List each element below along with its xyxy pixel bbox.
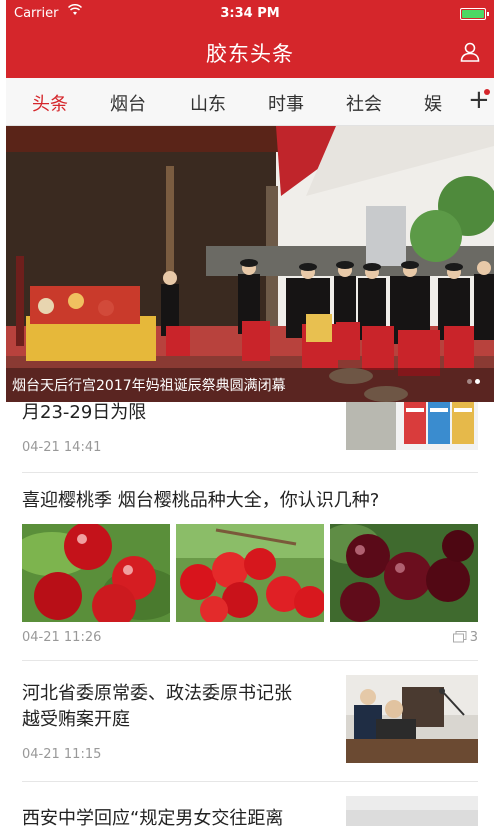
user-icon[interactable] — [458, 40, 482, 64]
article-image — [22, 524, 170, 622]
article-thumbnail — [346, 394, 478, 450]
add-channel-button[interactable]: + — [460, 78, 494, 125]
article-time: 04-21 14:41 — [22, 440, 102, 455]
list-item[interactable]: 河北省委原常委、政法委原书记张 越受贿案开庭 04-21 11:15 — [6, 661, 494, 781]
tab-shandong[interactable]: 山东 — [190, 90, 226, 116]
article-thumbnail — [346, 675, 478, 763]
carousel-dot — [467, 379, 472, 384]
hero-caption-bar: 烟台天后行宫2017年妈祖诞辰祭典圆满闭幕 — [6, 368, 494, 402]
battery-icon — [460, 8, 489, 20]
article-headline: 喜迎樱桃季 烟台樱桃品种大全，你认识几种? — [22, 490, 380, 511]
article-time: 04-21 11:26 — [22, 630, 102, 645]
tab-yantai[interactable]: 烟台 — [110, 90, 146, 116]
article-image — [176, 524, 324, 622]
article-thumbnail — [346, 796, 478, 826]
article-time: 04-21 11:15 — [22, 747, 102, 762]
carousel-indicator — [464, 369, 480, 388]
carousel-dot — [475, 379, 480, 384]
tab-entertainment[interactable]: 娱 — [424, 90, 442, 116]
channel-tabs: 头条 烟台 山东 时事 社会 娱 + — [6, 78, 494, 126]
status-time: 3:34 PM — [220, 6, 280, 21]
list-item[interactable]: 西安中学回应“规定男女交往距离 — [6, 782, 494, 826]
app-title: 胶东头条 — [206, 42, 294, 66]
comment-count: 3 — [452, 630, 478, 645]
hero-image — [6, 126, 494, 402]
nav-bar: 胶东头条 — [6, 26, 494, 78]
divider — [22, 472, 478, 473]
article-headline-line-2: 越受贿案开庭 — [22, 709, 130, 730]
tab-society[interactable]: 社会 — [346, 90, 382, 116]
article-headline-line-1: 河北省委原常委、政法委原书记张 — [22, 683, 292, 704]
comment-icon — [452, 631, 467, 643]
new-badge — [484, 89, 490, 95]
tab-headlines[interactable]: 头条 — [32, 90, 68, 116]
status-bar: Carrier 3:34 PM — [6, 0, 494, 26]
article-headline: 西安中学回应“规定男女交往距离 — [22, 808, 284, 826]
list-item[interactable]: 喜迎樱桃季 烟台樱桃品种大全，你认识几种? 04-21 11:26 3 — [6, 474, 494, 660]
app-screen: Carrier 3:34 PM 胶东头条 头条 烟台 山东 时事 社会 娱 + … — [6, 0, 494, 826]
comment-count-value: 3 — [469, 630, 478, 645]
hero-banner[interactable]: 烟台天后行宫2017年妈祖诞辰祭典圆满闭幕 — [6, 126, 494, 402]
news-feed[interactable]: 月23-29日为限 04-21 14:41 烟台天后行宫2017年妈祖诞辰祭典圆… — [6, 126, 494, 826]
tab-current-affairs[interactable]: 时事 — [268, 90, 304, 116]
article-image — [330, 524, 478, 622]
article-headline: 月23-29日为限 — [22, 402, 147, 423]
hero-caption: 烟台天后行宫2017年妈祖诞辰祭典圆满闭幕 — [12, 378, 286, 394]
